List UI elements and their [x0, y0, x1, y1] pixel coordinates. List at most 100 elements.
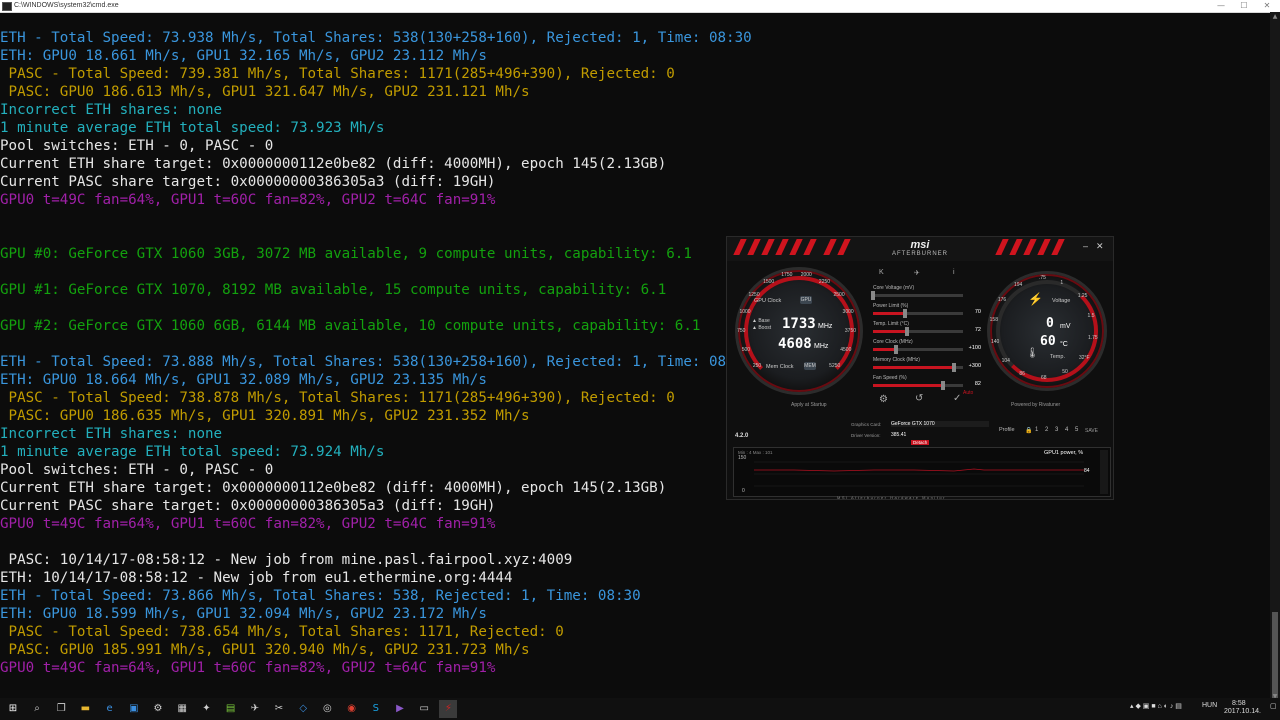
slider-track[interactable] — [873, 345, 963, 354]
search-icon[interactable]: ⌕ — [28, 700, 46, 718]
task-view-icon[interactable]: ❐ — [52, 700, 70, 718]
settings-gear-icon[interactable]: ⚙ — [879, 394, 888, 405]
console-line: ETH: GPU0 18.599 Mh/s, GPU1 32.094 Mh/s,… — [0, 606, 487, 622]
slider-track[interactable] — [873, 327, 963, 336]
hardware-monitor-graph[interactable]: Min : 4 Max : 101 150 0 GPU1 power, % 84 — [733, 447, 1111, 497]
slider-track[interactable] — [873, 363, 963, 372]
afterburner-header: msi AFTERBURNER – ✕ — [727, 237, 1113, 261]
slider-track[interactable] — [871, 291, 963, 300]
driver-version-value: 385.41 — [891, 432, 907, 438]
notification-icon[interactable]: ▢ — [1270, 702, 1277, 710]
gpu-chip-icon: GPU — [800, 296, 812, 304]
decor-stripe — [789, 239, 803, 255]
cmd-icon[interactable]: ▭ — [415, 700, 433, 718]
lock-icon[interactable]: 🔒 — [1025, 427, 1032, 434]
scrollbar-thumb[interactable] — [1272, 612, 1278, 700]
detach-button[interactable]: Detach — [911, 440, 930, 445]
profile-button-5[interactable]: 5 — [1075, 427, 1078, 433]
visual-studio-icon[interactable]: ▶ — [391, 700, 409, 718]
profile-button-2[interactable]: 2 — [1045, 427, 1048, 433]
tools-icon[interactable]: ✂ — [270, 700, 288, 718]
info-icon[interactable]: i — [953, 269, 955, 276]
minimize-button[interactable]: — — [1210, 0, 1232, 12]
slider-handle[interactable] — [941, 381, 946, 390]
tray-icons[interactable]: ▴ ◆ ▣ ■ ⌂ ◐ ♪ ▤ — [1130, 702, 1182, 710]
settings-icon[interactable]: ⚙ — [149, 700, 167, 718]
gauge-scale-tick: 1500 — [763, 278, 775, 285]
slider-track[interactable] — [873, 381, 963, 390]
slider-handle[interactable] — [905, 327, 910, 336]
slider-handle[interactable] — [902, 309, 907, 318]
slider-fill — [873, 366, 954, 369]
gauge-scale-tick: 250 — [752, 363, 762, 370]
console-line: ETH - Total Speed: 73.938 Mh/s, Total Sh… — [0, 30, 752, 46]
taskbar: ⊞ ⌕ ❐ ▬ e ▣ ⚙ ▦ ✦ ▤ ✈ ✂ ◇ ◎ ◉ S ▶ ▭ ⚡ ▴ ◆ ▣ ■ ⌂ ◐ ♪ ▤ HUN… — [0, 698, 1280, 720]
afterburner-icon[interactable]: ⚡ — [439, 700, 458, 718]
msi-afterburner-window[interactable]: msi AFTERBURNER – ✕ GPU Clock GPU ▲ Base… — [726, 236, 1114, 500]
gauge-scale-tick: 750 — [737, 328, 746, 335]
slider-handle[interactable] — [871, 291, 875, 300]
console-scrollbar[interactable]: ▲ ▼ — [1270, 12, 1280, 702]
graph-plot — [754, 461, 1084, 487]
mem-clock-value: 4608 — [778, 336, 812, 352]
save-icon[interactable]: ▣ — [125, 700, 143, 718]
chrome-icon[interactable]: ◉ — [343, 700, 361, 718]
decor-stripe — [761, 239, 775, 255]
slider-fill — [873, 312, 905, 315]
gauge-scale-tick: 3750 — [844, 328, 857, 335]
oc-scanner-icon[interactable]: ✈ — [914, 269, 920, 277]
gpu-clock-unit: MHz — [818, 323, 833, 330]
profile-button-3[interactable]: 3 — [1055, 427, 1058, 433]
profile-button-1[interactable]: 1 — [1035, 427, 1038, 433]
apply-check-icon[interactable]: ✓ — [953, 393, 961, 404]
afterburner-close-button[interactable]: ✕ — [1096, 241, 1104, 252]
gauge-scale-tick: 1.75 — [1087, 335, 1098, 341]
windows-start-icon[interactable]: ⊞ — [4, 700, 22, 718]
voltage-value: 0 — [1046, 316, 1054, 331]
gauge-scale-tick: 1.25 — [1077, 293, 1088, 300]
gauge-scale-tick: 140 — [990, 338, 1000, 345]
profile-button-4[interactable]: 4 — [1065, 427, 1068, 433]
apply-at-startup-checkbox[interactable]: Apply at Startup — [791, 402, 827, 408]
graph-scrollbar[interactable] — [1100, 450, 1108, 494]
temp-label: Temp. — [1050, 354, 1065, 360]
slider-handle[interactable] — [952, 363, 956, 372]
reset-icon[interactable]: ↺ — [915, 393, 923, 404]
maximize-button[interactable]: ☐ — [1233, 0, 1255, 12]
console-titlebar: C:\WINDOWS\system32\cmd.exe — ☐ ✕ — [0, 0, 1280, 13]
calculator-icon[interactable]: ▦ — [173, 700, 191, 718]
gauge-scale-tick: 104 — [1001, 358, 1010, 365]
vscode-icon[interactable]: ◇ — [294, 700, 312, 718]
gauge-scale-tick: 32°F — [1078, 355, 1090, 362]
decor-stripe — [995, 239, 1009, 255]
language-indicator[interactable]: HUN — [1202, 702, 1217, 709]
fan-auto-button[interactable]: Auto — [963, 390, 973, 396]
slider-track[interactable] — [873, 309, 963, 318]
steam-icon[interactable]: ◎ — [318, 700, 336, 718]
gauge-scale-tick: 1.5 — [1087, 313, 1095, 320]
skype-icon[interactable]: S — [367, 700, 385, 718]
notepad-icon[interactable]: ▤ — [222, 700, 240, 718]
scroll-up-arrow-icon[interactable]: ▲ — [1270, 12, 1280, 22]
afterburner-minimize-button[interactable]: – — [1083, 241, 1088, 251]
gpu-power-line — [754, 468, 1084, 472]
clock-date[interactable]: 2017.10.14. — [1224, 708, 1261, 715]
decor-stripe — [775, 239, 789, 255]
save-profile-button[interactable]: SAVE — [1085, 428, 1098, 434]
network-icon[interactable]: ✦ — [197, 700, 215, 718]
temperature-value: 60 — [1040, 334, 1056, 349]
decor-stripe — [1051, 239, 1065, 255]
edge-icon[interactable]: e — [101, 700, 119, 718]
file-explorer-icon[interactable]: ▬ — [76, 700, 94, 718]
clock-time[interactable]: 8:58 — [1232, 700, 1246, 707]
graphics-card-select[interactable]: GeForce GTX 1070 — [891, 421, 989, 427]
slider-handle[interactable] — [893, 345, 898, 354]
console-line: PASC: GPU0 186.613 Mh/s, GPU1 321.647 Mh… — [0, 84, 530, 100]
boost-label: ▲ Boost — [752, 325, 772, 331]
gpu-icon[interactable]: ✈ — [246, 700, 264, 718]
mem-clock-unit: MHz — [814, 343, 829, 350]
close-button[interactable]: ✕ — [1256, 0, 1278, 12]
console-line: PASC - Total Speed: 738.654 Mh/s, Total … — [0, 624, 564, 640]
gauge-scale-tick: 1 — [1060, 279, 1064, 286]
k-boost-icon[interactable]: K — [879, 269, 884, 276]
